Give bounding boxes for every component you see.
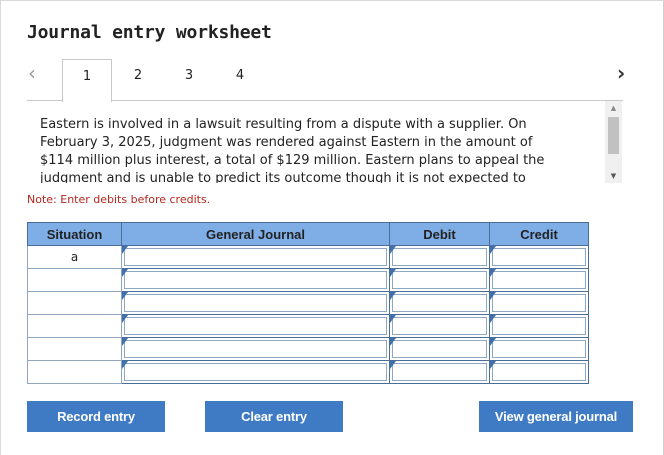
situation-cell (27, 337, 122, 361)
dropdown-flag-icon (390, 246, 396, 254)
scroll-up-icon[interactable]: ▲ (605, 101, 622, 115)
credit-input[interactable] (489, 337, 589, 361)
account-input[interactable] (121, 245, 390, 269)
tab-1[interactable]: 1 (62, 59, 112, 102)
dropdown-flag-icon (490, 315, 496, 323)
tab-3[interactable]: 3 (164, 59, 214, 101)
dropdown-flag-icon (390, 338, 396, 346)
page-title: Journal entry worksheet (27, 22, 272, 43)
dropdown-flag-icon (490, 361, 496, 369)
prompt-scrollbar[interactable]: ▲ ▼ (605, 101, 622, 183)
record-entry-button[interactable]: Record entry (27, 401, 165, 432)
debit-input[interactable] (389, 245, 490, 269)
situation-cell: a (27, 245, 122, 269)
column-header-situation: Situation (27, 222, 122, 246)
dropdown-flag-icon (122, 269, 128, 277)
dropdown-flag-icon (122, 292, 128, 300)
clear-entry-button[interactable]: Clear entry (205, 401, 343, 432)
situation-cell (27, 291, 122, 315)
dropdown-flag-icon (122, 361, 128, 369)
table-row (27, 314, 589, 338)
account-input[interactable] (121, 360, 390, 384)
column-header-general-journal: General Journal (121, 222, 390, 246)
column-header-debit: Debit (389, 222, 490, 246)
prompt-panel: Eastern is involved in a lawsuit resulti… (27, 100, 623, 183)
situation-cell (27, 268, 122, 292)
dropdown-flag-icon (390, 292, 396, 300)
debit-input[interactable] (389, 268, 490, 292)
table-row: a (27, 245, 589, 269)
account-input[interactable] (121, 268, 390, 292)
chevron-left-icon[interactable]: ‹ (28, 62, 44, 84)
scroll-down-icon[interactable]: ▼ (605, 169, 622, 183)
table-row (27, 268, 589, 292)
dropdown-flag-icon (122, 246, 128, 254)
dropdown-flag-icon (490, 292, 496, 300)
credit-input[interactable] (489, 245, 589, 269)
dropdown-flag-icon (390, 361, 396, 369)
table-row (27, 360, 589, 384)
dropdown-flag-icon (390, 269, 396, 277)
dropdown-flag-icon (490, 246, 496, 254)
situation-cell (27, 314, 122, 338)
dropdown-flag-icon (490, 338, 496, 346)
dropdown-flag-icon (390, 315, 396, 323)
debit-input[interactable] (389, 360, 490, 384)
instruction-note: Note: Enter debits before credits. (27, 193, 211, 206)
account-input[interactable] (121, 314, 390, 338)
prompt-line: $114 million plus interest, a total of $… (40, 153, 545, 168)
prompt-line: judgment and is unable to predict its ou… (40, 171, 526, 183)
column-header-credit: Credit (489, 222, 589, 246)
chevron-right-icon[interactable]: › (617, 62, 633, 84)
table-row (27, 337, 589, 361)
tab-4[interactable]: 4 (215, 59, 265, 101)
table-row (27, 291, 589, 315)
prompt-text: Eastern is involved in a lawsuit resulti… (40, 116, 585, 183)
dropdown-flag-icon (122, 338, 128, 346)
dropdown-flag-icon (122, 315, 128, 323)
dropdown-flag-icon (490, 269, 496, 277)
situation-cell (27, 360, 122, 384)
tab-2[interactable]: 2 (113, 59, 163, 101)
journal-table: Situation General Journal Debit Credit a (27, 222, 589, 384)
debit-input[interactable] (389, 291, 490, 315)
prompt-line: Eastern is involved in a lawsuit resulti… (40, 117, 527, 132)
account-input[interactable] (121, 291, 390, 315)
prompt-line: February 3, 2025, judgment was rendered … (40, 135, 533, 150)
credit-input[interactable] (489, 314, 589, 338)
view-general-journal-button[interactable]: View general journal (479, 401, 633, 432)
debit-input[interactable] (389, 314, 490, 338)
credit-input[interactable] (489, 268, 589, 292)
debit-input[interactable] (389, 337, 490, 361)
scroll-thumb[interactable] (608, 117, 619, 154)
credit-input[interactable] (489, 360, 589, 384)
account-input[interactable] (121, 337, 390, 361)
credit-input[interactable] (489, 291, 589, 315)
